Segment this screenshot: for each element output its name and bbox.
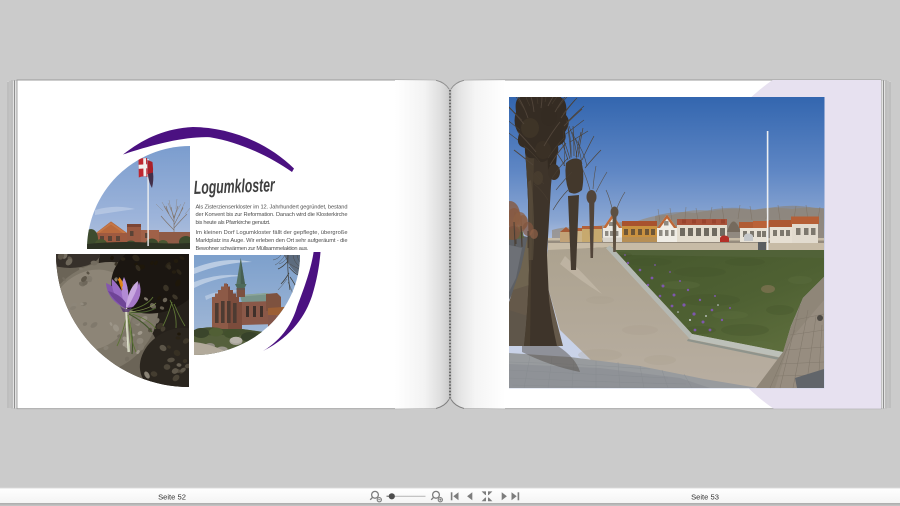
- svg-text:Marktplatz ins Auge. Wir erleb: Marktplatz ins Auge. Wir erleben den Ort…: [196, 238, 348, 244]
- svg-text:Logumkloster: Logumkloster: [193, 175, 276, 199]
- svg-text:Als Zisterzienserkloster im 12: Als Zisterzienserkloster im 12. Jahrhund…: [196, 204, 348, 210]
- svg-text:Seite 52: Seite 52: [158, 493, 186, 502]
- svg-text:der Konvent bis zur Reformatio: der Konvent bis zur Reformation. Danach …: [196, 212, 348, 218]
- svg-text:Im kleinen Dorf Logumkloster f: Im kleinen Dorf Logumkloster fällt der g…: [196, 230, 348, 236]
- svg-text:bis heute als Pfarrkirche genu: bis heute als Pfarrkirche genutzt.: [196, 220, 271, 226]
- svg-text:Bewohner schwärmen zur Müllsam: Bewohner schwärmen zur Müllsammelaktion …: [196, 246, 309, 252]
- svg-text:Seite 53: Seite 53: [691, 493, 719, 502]
